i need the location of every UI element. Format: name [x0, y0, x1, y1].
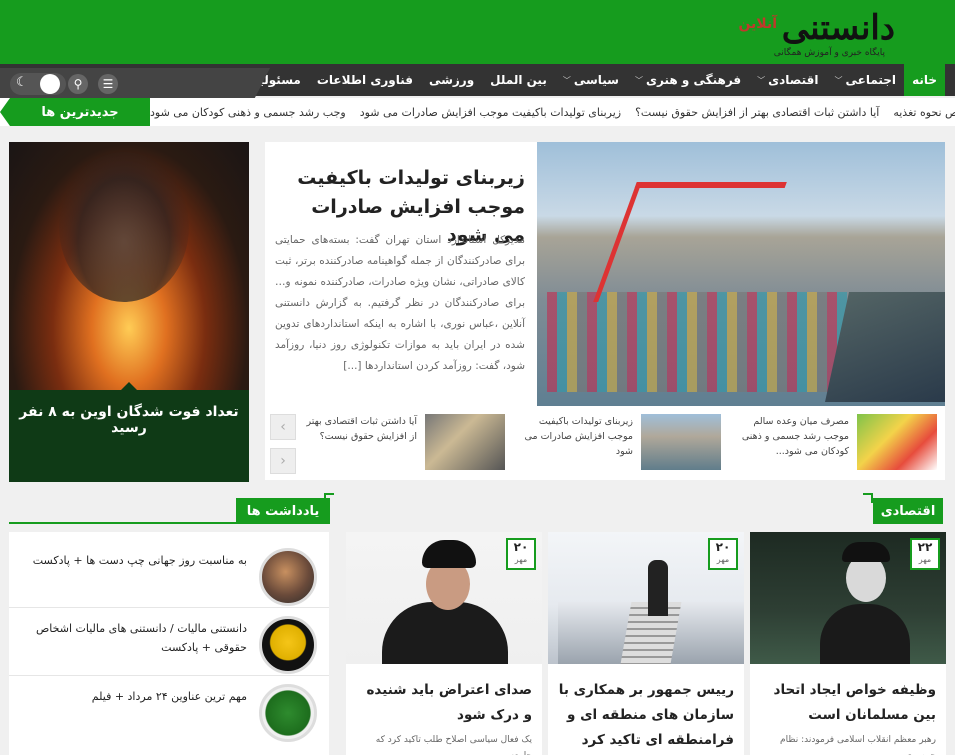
thumbnail-title[interactable]: مصرف میان وعده سالم موجب رشد جسمی و ذهنی…	[731, 414, 849, 460]
image-figure-robe	[382, 602, 508, 664]
nav-item-label: سیاسی	[573, 73, 619, 87]
date-day: ۲۰	[513, 540, 529, 554]
thumbnail-image[interactable]	[857, 414, 937, 470]
section-title-notes[interactable]: یادداشت ها	[236, 498, 330, 524]
date-badge: ۲۲ مهر	[910, 538, 940, 570]
card-title[interactable]: وظیفه خواص ایجاد اتحاد بین مسلمانان است	[760, 678, 936, 728]
notes-list: به مناسبت روز جهانی چپ دست ها + پادکست د…	[9, 532, 329, 755]
ticker-item[interactable]: وجب رشد جسمی و ذهنی کودکان می شود	[150, 106, 346, 119]
list-item[interactable]: مهم ترین عناوین ۲۴ مرداد + فیلم	[9, 678, 329, 744]
thumbnail-image[interactable]	[425, 414, 505, 470]
card-title[interactable]: صدای اعتراض باید شنیده و درک شود	[356, 678, 532, 728]
image-figure-robe	[820, 604, 910, 664]
nav-item[interactable]: اقتصادی ﹀	[749, 64, 826, 96]
date-day: ۲۲	[917, 540, 933, 554]
nav-item[interactable]: خانه	[904, 64, 945, 96]
nav-item-label: ورزشی	[428, 73, 475, 87]
date-month: مهر	[514, 554, 528, 564]
logo-text: دانستنی	[781, 8, 896, 48]
date-badge: ۲۰ مهر	[708, 538, 738, 570]
moon-icon: ☾	[16, 75, 28, 90]
thumbnail-item[interactable]: مصرف میان وعده سالم موجب رشد جسمی و ذهنی…	[729, 412, 945, 474]
nav-item-label: فناوری اطلاعات	[316, 73, 413, 87]
logo-tagline: پایگاه خبری و آموزش همگانی	[773, 48, 885, 58]
side-story-notch	[121, 382, 137, 390]
nav-item[interactable]: بین الملل	[482, 64, 555, 96]
menu-icon[interactable]: ☰	[98, 74, 118, 94]
related-thumbnails: مصرف میان وعده سالم موجب رشد جسمی و ذهنی…	[265, 406, 945, 480]
nav-item[interactable]: سیاسی ﹀	[555, 64, 627, 96]
chevron-down-icon: ﹀	[562, 75, 571, 85]
card-excerpt: یک فعال سیاسی اصلاح طلب تاکید کرد که جام…	[375, 735, 532, 755]
note-title[interactable]: مهم ترین عناوین ۲۴ مرداد + فیلم	[17, 688, 247, 707]
thumbnail-title[interactable]: زیربنای تولیدات باکیفیت موجب افزایش صادر…	[515, 414, 633, 460]
ticker-label: جدیدترین ها	[0, 98, 150, 126]
date-month: مهر	[918, 554, 932, 564]
ticker-item[interactable]: نکته هایی در خصوص نحوه تغذیه	[893, 106, 955, 119]
section-divider	[9, 522, 329, 524]
image-figure-turban	[842, 542, 890, 562]
logo-suffix: آنلاین	[738, 16, 777, 32]
chevron-down-icon: ﹀	[757, 75, 766, 85]
date-badge: ۲۰ مهر	[506, 538, 536, 570]
card-title[interactable]: رییس جمهور بر همکاری با سازمان های منطقه…	[558, 678, 734, 753]
card-excerpt: رهبر معظم انقلاب اسلامی فرمودند: نظام جم…	[780, 735, 936, 755]
side-story-title[interactable]: تعداد فوت شدگان اوین به ۸ نفر رسید	[9, 404, 249, 436]
nav-item-label: اجتماعی	[845, 73, 897, 87]
main-story-excerpt: مدیرکل استاندارد استان تهران گفت: بسته‌ه…	[275, 234, 525, 372]
nav-item[interactable]: اجتماعی ﹀	[827, 64, 905, 96]
date-day: ۲۰	[715, 540, 731, 554]
chevron-right-icon[interactable]: ›	[270, 414, 296, 440]
avatar[interactable]	[259, 616, 317, 674]
thumbnail-item[interactable]: آیا داشتن ثبات اقتصادی بهتر از افزایش حق…	[297, 412, 513, 474]
avatar[interactable]	[259, 684, 317, 742]
image-person	[648, 560, 668, 616]
image-figure-turban	[422, 540, 476, 568]
nav-item[interactable]: ورزشی	[421, 64, 482, 96]
thumbnail-title[interactable]: آیا داشتن ثبات اقتصادی بهتر از افزایش حق…	[299, 414, 417, 444]
side-featured-story[interactable]: تعداد فوت شدگان اوین به ۸ نفر رسید	[9, 142, 249, 482]
side-story-image-smoke	[59, 152, 189, 302]
date-month: مهر	[716, 554, 730, 564]
site-logo[interactable]: دانستنی آنلاین پایگاه خبری و آموزش همگان…	[725, 8, 896, 64]
nav-item-label: خانه	[912, 73, 937, 87]
list-item[interactable]: دانستنی مالیات / دانستنی های مالیات اشخا…	[9, 610, 329, 676]
note-title[interactable]: دانستنی مالیات / دانستنی های مالیات اشخا…	[17, 620, 247, 657]
nav-item-label: فرهنگی و هنری	[645, 73, 742, 87]
chevron-down-icon: ﹀	[634, 75, 643, 85]
ticker-items: نکته هایی در خصوص نحوه تغذیه آیا داشتن ثب…	[150, 98, 955, 126]
avatar[interactable]	[259, 548, 317, 606]
theme-toggle[interactable]: ☾	[10, 73, 66, 95]
chevron-down-icon: ﹀	[834, 75, 843, 85]
toggle-knob	[40, 74, 60, 94]
news-card[interactable]: ۲۲ مهر وظیفه خواص ایجاد اتحاد بین مسلمان…	[750, 532, 946, 755]
section-corner-decoration	[863, 493, 873, 503]
note-title[interactable]: به مناسبت روز جهانی چپ دست ها + پادکست	[17, 552, 247, 571]
news-card[interactable]: ۲۰ مهر صدای اعتراض باید شنیده و درک شود …	[346, 532, 542, 755]
main-featured-story[interactable]: زیربنای تولیدات باکیفیت موجب افزایش صادر…	[265, 142, 945, 406]
nav-item-label: اقتصادی	[768, 73, 819, 87]
chevron-left-icon[interactable]: ‹	[270, 448, 296, 474]
list-item[interactable]: به مناسبت روز جهانی چپ دست ها + پادکست	[9, 542, 329, 608]
image-containers	[547, 292, 847, 392]
thumbnail-image[interactable]	[641, 414, 721, 470]
nav-item-label: بین الملل	[490, 73, 547, 87]
image-crane	[593, 182, 787, 302]
thumbnail-item[interactable]: زیربنای تولیدات باکیفیت موجب افزایش صادر…	[513, 412, 729, 474]
search-icon[interactable]: ⚲	[68, 74, 88, 94]
ticker-item[interactable]: آیا داشتن ثبات اقتصادی بهتر از افزایش حق…	[635, 106, 879, 119]
main-story-image[interactable]	[537, 142, 945, 406]
news-card[interactable]: ۲۰ مهر رییس جمهور بر همکاری با سازمان ها…	[548, 532, 744, 755]
nav-item[interactable]: فناوری اطلاعات	[309, 64, 421, 96]
nav-item[interactable]: فرهنگی و هنری ﹀	[627, 64, 749, 96]
section-title-economic[interactable]: اقتصادی	[873, 498, 943, 524]
ticker-item[interactable]: زیربنای تولیدات باکیفیت موجب افزایش صادر…	[360, 106, 621, 119]
